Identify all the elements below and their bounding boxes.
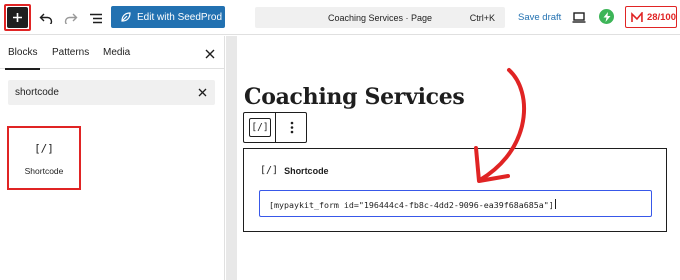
seo-score-icon — [631, 11, 643, 22]
shortcode-block-item[interactable]: [/] Shortcode — [7, 126, 81, 190]
block-search-input[interactable]: shortcode — [8, 80, 215, 105]
jetpack-boost-button[interactable] — [599, 9, 614, 24]
undo-icon — [39, 13, 53, 24]
tab-blocks[interactable]: Blocks — [4, 47, 41, 70]
shortcode-block-title: Shortcode — [284, 165, 329, 176]
document-title: Coaching Services · Page — [327, 13, 433, 23]
tab-media[interactable]: Media — [103, 47, 130, 58]
preview-button[interactable] — [571, 9, 587, 25]
save-draft-button[interactable]: Save draft — [518, 12, 561, 23]
command-palette-bar[interactable]: Coaching Services · Page Ctrl+K — [255, 7, 505, 28]
shortcode-block-label: Shortcode — [24, 166, 64, 176]
page-title[interactable]: Coaching Services — [244, 84, 465, 110]
block-type-button[interactable]: [/] — [249, 118, 271, 137]
more-options-icon — [290, 121, 294, 134]
clear-search-button[interactable] — [197, 87, 208, 98]
desktop-preview-icon — [572, 11, 586, 23]
close-inserter-button[interactable] — [204, 47, 216, 59]
shortcode-block[interactable]: [/] Shortcode [mypaykit_form id="196444c… — [243, 148, 667, 232]
inserter-tabs: Blocks Patterns Media — [0, 36, 224, 70]
tab-patterns[interactable]: Patterns — [52, 47, 89, 58]
shortcode-icon: [/] — [260, 165, 279, 176]
plus-icon — [7, 7, 28, 28]
toolbar-divider — [275, 113, 276, 142]
redo-icon — [64, 13, 78, 24]
undo-button[interactable] — [37, 9, 55, 27]
seo-score-value: 28/100 — [646, 11, 676, 23]
command-shortcut: Ctrl+K — [469, 13, 495, 23]
more-options-button[interactable] — [282, 118, 302, 137]
close-icon — [198, 88, 207, 97]
block-inserter-panel: Blocks Patterns Media shortcode [/] Shor… — [0, 36, 225, 280]
shortcode-icon: [/] — [34, 142, 54, 155]
lightning-icon — [603, 11, 610, 22]
document-outline-icon — [90, 13, 102, 23]
seedprod-button-label: Edit with SeedProd — [137, 11, 223, 23]
edit-with-seedprod-button[interactable]: Edit with SeedProd — [111, 6, 225, 28]
seedprod-leaf-icon — [121, 12, 131, 22]
redo-button[interactable] — [62, 9, 80, 27]
text-caret — [554, 199, 556, 209]
block-toolbar: [/] — [243, 112, 307, 143]
close-icon — [205, 49, 215, 59]
editor-top-toolbar: Edit with SeedProd Coaching Services · P… — [0, 0, 680, 35]
document-overview-button[interactable] — [87, 9, 105, 27]
seo-score-button[interactable]: 28/100 — [625, 6, 677, 28]
shortcode-input[interactable]: [mypaykit_form id="196444c4-fb8c-4dd2-90… — [259, 190, 652, 217]
block-inserter-button[interactable] — [4, 4, 31, 31]
shortcode-block-header: [/] Shortcode — [260, 165, 329, 176]
shortcode-value: [mypaykit_form id="196444c4-fb8c-4dd2-90… — [269, 200, 554, 210]
block-search-value: shortcode — [15, 87, 59, 98]
